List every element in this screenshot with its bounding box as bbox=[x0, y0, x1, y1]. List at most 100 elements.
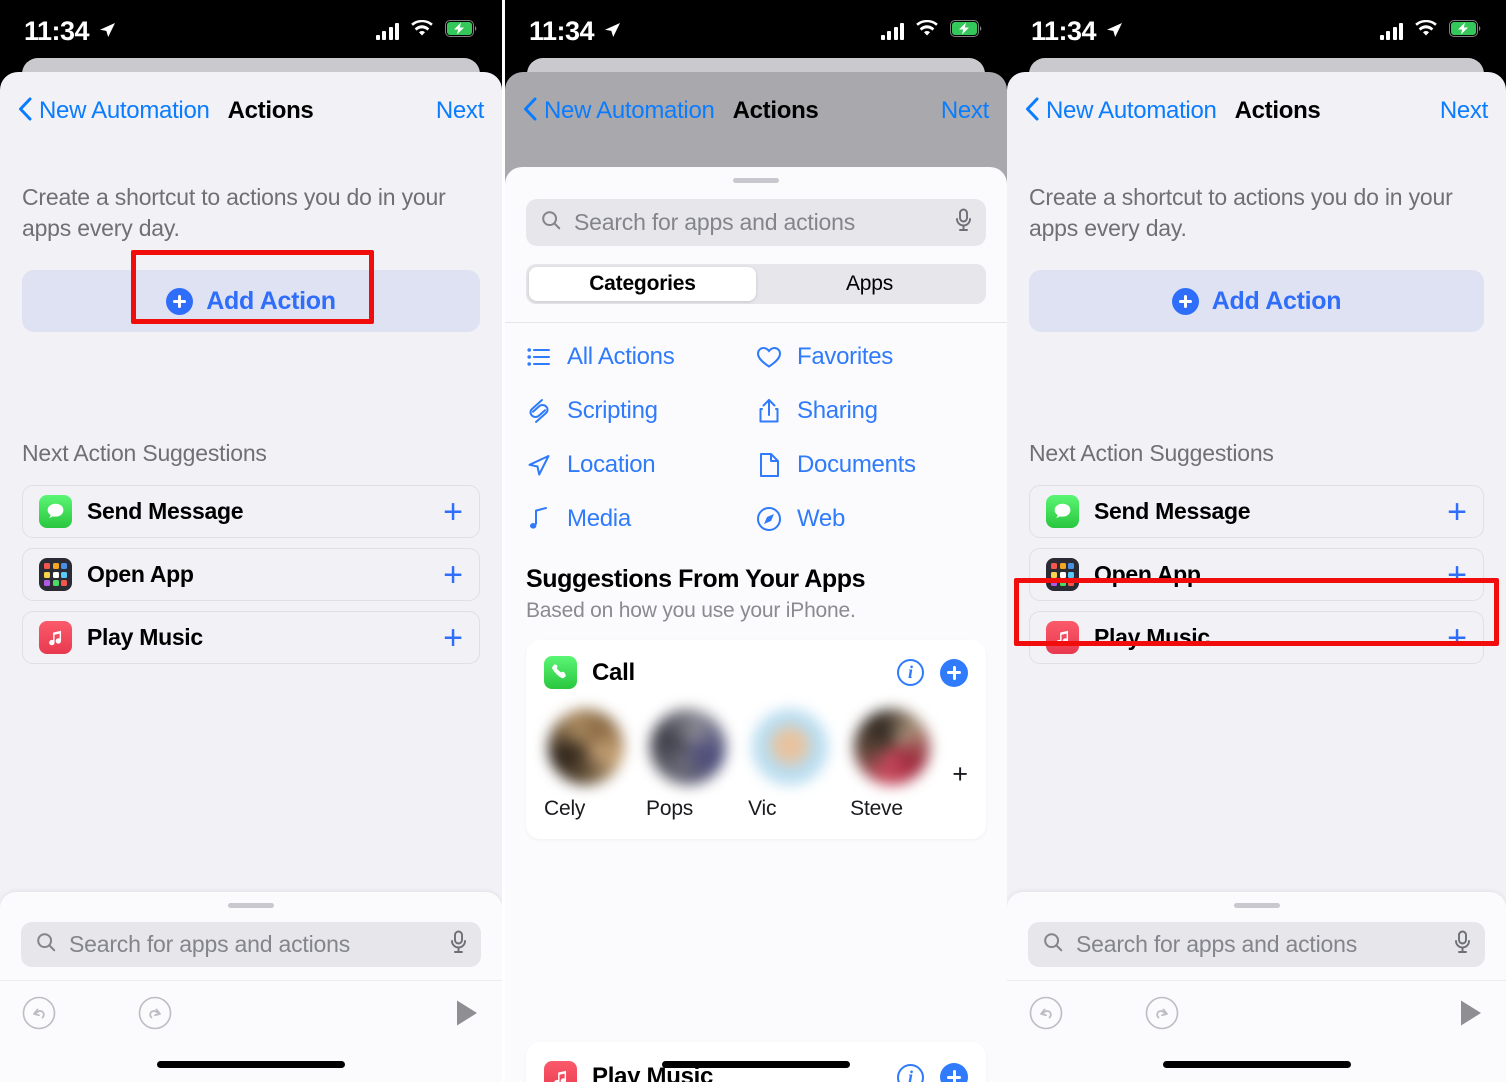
home-indicator-1 bbox=[157, 1061, 345, 1068]
category-all-actions[interactable]: All Actions bbox=[526, 343, 756, 371]
contact-item-1[interactable]: Pops bbox=[646, 709, 748, 821]
category-label-7: Web bbox=[797, 505, 846, 532]
category-documents[interactable]: Documents bbox=[756, 451, 986, 479]
location-arrow-icon bbox=[526, 453, 552, 477]
nav-bar-1: New Automation Actions Next bbox=[0, 72, 502, 150]
suggestion-row-send-message-3[interactable]: Send Message + bbox=[1029, 485, 1484, 538]
sheet-grabber-3[interactable] bbox=[1233, 903, 1280, 908]
contact-name-0: Cely bbox=[544, 797, 586, 820]
status-time-group-3: 11:34 bbox=[1031, 16, 1124, 47]
phone-panel-2: 11:34 New Automation Actions Next Search… bbox=[505, 0, 1007, 1082]
sheet-grabber-1[interactable] bbox=[228, 903, 274, 908]
suggestion-row-open-app-3[interactable]: Open App + bbox=[1029, 548, 1484, 601]
call-card-actions: i bbox=[897, 658, 968, 687]
call-suggestion-card[interactable]: Call i Cely Pops Vic Steve + bbox=[526, 640, 986, 839]
category-media[interactable]: Media bbox=[526, 505, 756, 533]
info-icon[interactable]: i bbox=[897, 659, 924, 686]
status-indicators-3 bbox=[1379, 19, 1483, 43]
add-suggestion-button-1-0[interactable]: + bbox=[443, 495, 463, 529]
suggestion-row-play-music-1[interactable]: Play Music + bbox=[22, 611, 480, 664]
intro-text-3: Create a shortcut to actions you do in y… bbox=[1029, 184, 1453, 241]
add-suggestion-button-3-0[interactable]: + bbox=[1447, 495, 1467, 529]
sheet-2: New Automation Actions Next Search for a… bbox=[505, 72, 1007, 1082]
search-placeholder-3: Search for apps and actions bbox=[1076, 931, 1357, 957]
home-indicator-2 bbox=[662, 1061, 850, 1068]
next-button-1[interactable]: Next bbox=[436, 97, 484, 125]
redo-icon[interactable] bbox=[1145, 996, 1179, 1035]
panel-3-body: Create a shortcut to actions you do in y… bbox=[1007, 182, 1506, 664]
back-button-2[interactable]: New Automation bbox=[523, 97, 715, 126]
category-label-3: Sharing bbox=[797, 397, 878, 424]
play-button-1[interactable] bbox=[454, 998, 480, 1033]
search-icon bbox=[1042, 931, 1064, 958]
add-suggestion-button-1-2[interactable]: + bbox=[443, 621, 463, 655]
contact-name-3: Steve bbox=[850, 797, 903, 820]
search-icon bbox=[540, 209, 562, 236]
list-bullet-icon bbox=[526, 347, 552, 367]
info-icon[interactable]: i bbox=[897, 1063, 924, 1082]
microphone-icon[interactable] bbox=[450, 930, 467, 959]
add-action-label-3: Add Action bbox=[1211, 286, 1342, 315]
back-button-1[interactable]: New Automation bbox=[18, 97, 210, 126]
add-action-button-1[interactable]: Add Action bbox=[22, 270, 480, 332]
add-suggestion-button-1-1[interactable]: + bbox=[443, 558, 463, 592]
back-button-3[interactable]: New Automation bbox=[1025, 97, 1217, 126]
undo-icon[interactable] bbox=[1029, 996, 1063, 1035]
suggestion-row-play-music-3[interactable]: Play Music + bbox=[1029, 611, 1484, 664]
search-placeholder-1: Search for apps and actions bbox=[69, 931, 350, 957]
next-button-2[interactable]: Next bbox=[941, 97, 989, 125]
search-input-3[interactable]: Search for apps and actions bbox=[1028, 922, 1485, 967]
category-label-2: Scripting bbox=[567, 397, 658, 424]
editor-toolbar-3 bbox=[1007, 980, 1506, 1050]
phone-app-icon bbox=[544, 656, 577, 689]
more-contacts-button[interactable]: + bbox=[952, 759, 968, 790]
app-grid-icon bbox=[1046, 558, 1079, 591]
category-sharing[interactable]: Sharing bbox=[756, 397, 986, 425]
suggestion-row-open-app-1[interactable]: Open App + bbox=[22, 548, 480, 601]
action-picker-modal: Search for apps and actions Categories A… bbox=[505, 167, 1007, 1082]
call-card-title: Call bbox=[592, 658, 635, 686]
add-call-action-button[interactable] bbox=[940, 658, 968, 687]
microphone-icon[interactable] bbox=[1454, 930, 1471, 959]
modal-search-input[interactable]: Search for apps and actions bbox=[526, 199, 986, 246]
bottom-sheet-3: Search for apps and actions bbox=[1007, 892, 1506, 1082]
contact-item-0[interactable]: Cely bbox=[544, 709, 646, 821]
page-title-2: Actions bbox=[732, 97, 819, 124]
tab-apps[interactable]: Apps bbox=[756, 267, 983, 301]
next-button-3[interactable]: Next bbox=[1440, 97, 1488, 125]
suggestion-label-1-1: Open App bbox=[87, 561, 194, 587]
search-input-1[interactable]: Search for apps and actions bbox=[21, 922, 481, 967]
play-button-3[interactable] bbox=[1458, 998, 1484, 1033]
category-grid: All Actions Favorites Scripting Sharing … bbox=[526, 343, 986, 533]
modal-grabber[interactable] bbox=[733, 178, 779, 183]
back-button-label-1: New Automation bbox=[39, 97, 210, 124]
category-scripting[interactable]: Scripting bbox=[526, 397, 756, 425]
suggestion-row-send-message-1[interactable]: Send Message + bbox=[22, 485, 480, 538]
heart-icon bbox=[756, 345, 782, 369]
contact-item-3[interactable]: Steve bbox=[850, 709, 952, 821]
contact-item-2[interactable]: Vic bbox=[748, 709, 850, 821]
add-suggestion-button-3-1[interactable]: + bbox=[1447, 558, 1467, 592]
status-bar-2: 11:34 bbox=[505, 0, 1007, 62]
plus-circle-icon-1 bbox=[166, 287, 194, 315]
add-play-music-button[interactable] bbox=[940, 1063, 968, 1082]
wifi-icon bbox=[1414, 19, 1438, 43]
contact-name-2: Vic bbox=[748, 797, 777, 820]
microphone-icon[interactable] bbox=[955, 208, 972, 237]
battery-charging-icon bbox=[950, 20, 983, 42]
add-action-button-3[interactable]: Add Action bbox=[1029, 270, 1484, 332]
suggestion-label-3-2: Play Music bbox=[1094, 624, 1210, 650]
cellular-signal-icon bbox=[1379, 22, 1403, 40]
redo-icon[interactable] bbox=[138, 996, 172, 1035]
category-favorites[interactable]: Favorites bbox=[756, 343, 986, 371]
add-suggestion-button-3-2[interactable]: + bbox=[1447, 621, 1467, 655]
sheet-3: New Automation Actions Next Create a sho… bbox=[1007, 72, 1506, 1082]
category-web[interactable]: Web bbox=[756, 505, 986, 533]
status-indicators-1 bbox=[375, 19, 479, 43]
music-app-icon bbox=[1046, 621, 1079, 654]
category-location[interactable]: Location bbox=[526, 451, 756, 479]
suggestions-subheading: Based on how you use your iPhone. bbox=[526, 599, 856, 622]
tab-categories[interactable]: Categories bbox=[529, 267, 756, 301]
undo-icon[interactable] bbox=[22, 996, 56, 1035]
wifi-icon bbox=[915, 19, 939, 43]
